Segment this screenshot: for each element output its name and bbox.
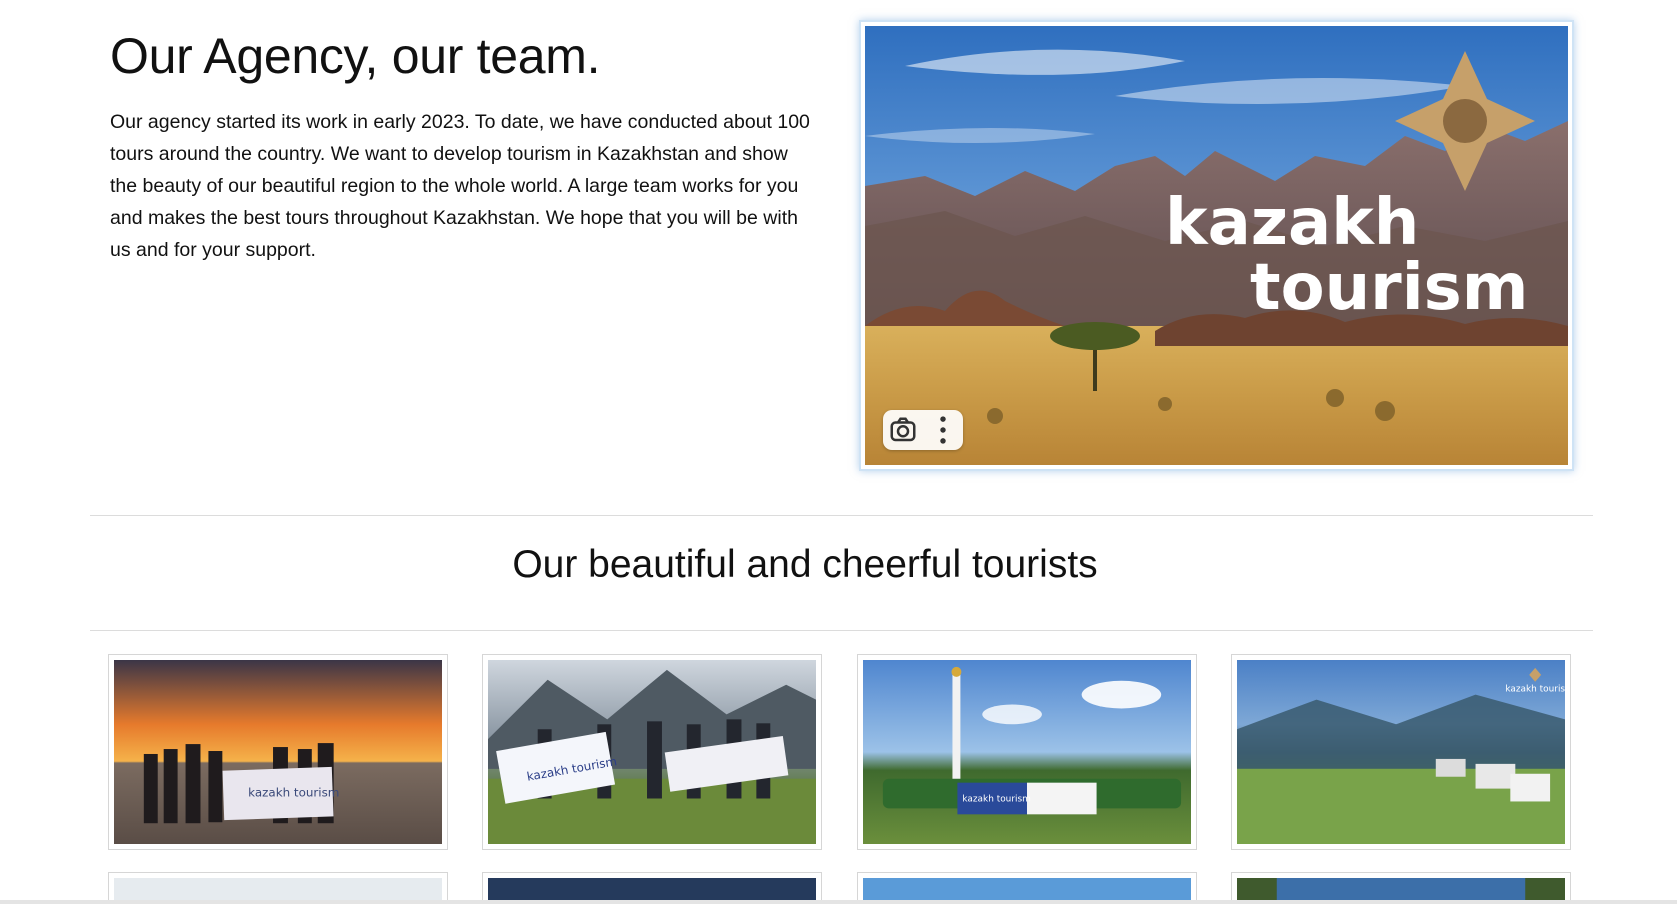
card3-banner-text: kazakh tourism — [962, 794, 1030, 804]
gallery-photo-valley[interactable]: kazakh tourism — [1231, 654, 1571, 850]
section-divider-top — [90, 515, 1593, 516]
image-toolbar[interactable] — [883, 410, 963, 450]
page: Our Agency, our team. Our agency started… — [0, 0, 1677, 904]
hero-image[interactable]: kazakh tourism — [865, 26, 1568, 465]
card4-banner-text: kazakh tourism — [1505, 685, 1565, 695]
intro-section: Our Agency, our team. Our agency started… — [110, 28, 820, 266]
camera-search-icon[interactable] — [888, 415, 918, 445]
hero-landscape-illustration: kazakh tourism — [865, 26, 1568, 465]
card1-banner-text: kazakh tourism — [248, 786, 339, 800]
gallery-photo-monument[interactable]: kazakh tourism — [857, 654, 1197, 850]
horizontal-scrollbar[interactable] — [0, 900, 1677, 904]
brand-line2-text: tourism — [1250, 251, 1528, 325]
hero-image-frame[interactable]: kazakh tourism — [859, 20, 1574, 471]
gallery-photo-sunset[interactable]: kazakh tourism — [108, 654, 448, 850]
gallery-title: Our beautiful and cheerful tourists — [512, 543, 1098, 586]
brand-line1-text: kazakh — [1165, 186, 1419, 260]
more-vertical-icon[interactable] — [928, 415, 958, 445]
page-title: Our Agency, our team. — [110, 28, 601, 84]
section-divider-bottom — [90, 630, 1593, 631]
intro-paragraph: Our agency started its work in early 202… — [110, 111, 810, 261]
gallery-photo-mountains[interactable]: kazakh tourism — [482, 654, 822, 850]
